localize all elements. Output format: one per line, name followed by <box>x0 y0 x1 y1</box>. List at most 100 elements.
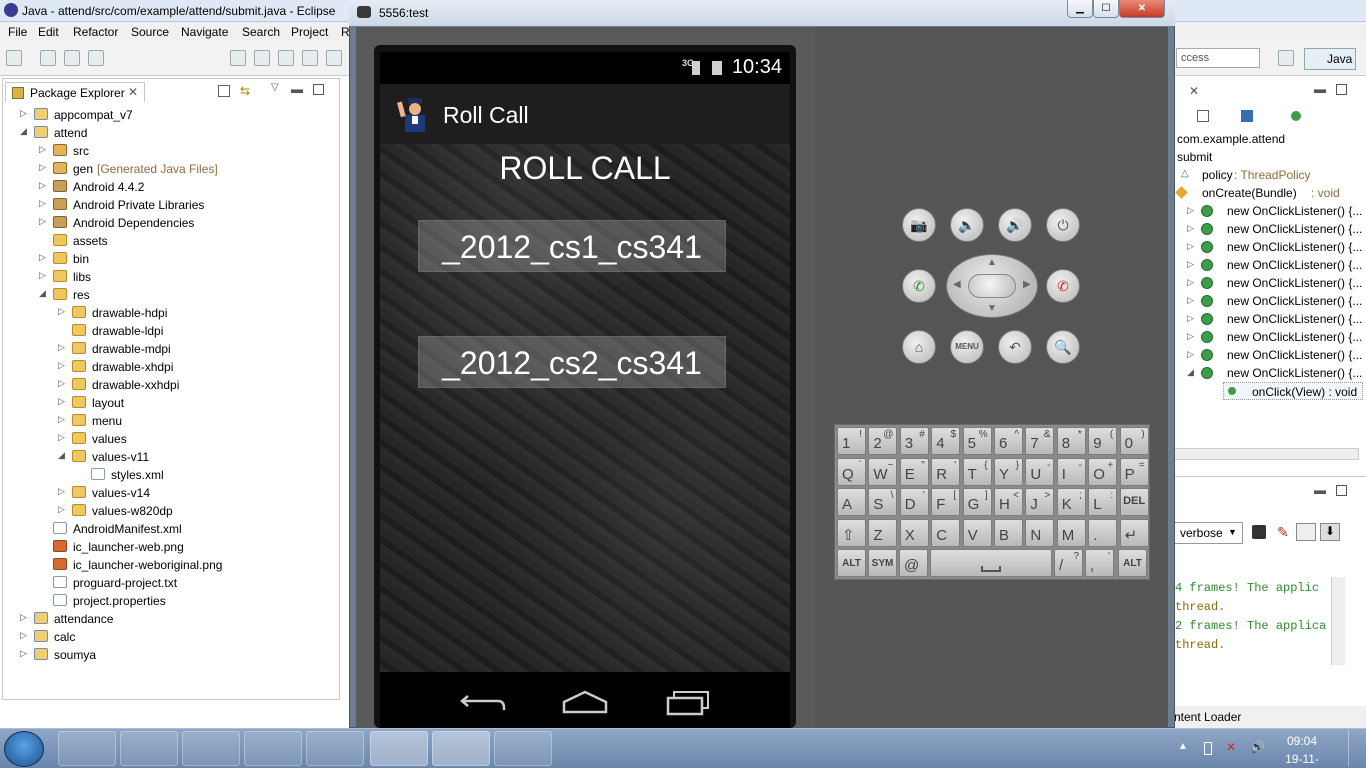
dpad-left-icon[interactable]: ◀ <box>953 279 961 290</box>
dpad-up-icon[interactable]: ▲ <box>987 257 997 268</box>
dpad-center-button[interactable] <box>968 274 1016 298</box>
keyboard-key[interactable]: ↵ <box>1119 518 1149 547</box>
keyboard-key[interactable]: F[ <box>931 488 961 516</box>
menu-navigate[interactable]: Navigate <box>181 25 228 39</box>
alt-key[interactable]: ALT <box>1118 549 1147 577</box>
java-perspective-button[interactable]: Java <box>1304 48 1356 70</box>
close-icon[interactable]: ✕ <box>128 85 138 99</box>
collapsed-arrow-icon[interactable]: ▷ <box>58 342 68 353</box>
clear-log-icon[interactable]: ✎ <box>1277 524 1289 541</box>
keyboard-key[interactable]: V <box>962 518 992 547</box>
slash-key[interactable]: /? <box>1054 549 1083 577</box>
keyboard-key[interactable]: R ' <box>931 457 961 486</box>
keyboard-key[interactable]: C <box>931 518 961 547</box>
collapsed-arrow-icon[interactable]: ▷ <box>58 504 68 515</box>
keyboard-key[interactable]: 9( <box>1088 427 1118 455</box>
save-icon[interactable] <box>40 50 56 66</box>
class-button-cs1[interactable]: _2012_cs1_cs341 <box>418 220 726 272</box>
tray-clock[interactable]: 09:04 19-11-2014 <box>1272 734 1332 768</box>
collapsed-arrow-icon[interactable]: ▷ <box>1187 295 1194 306</box>
close-icon[interactable]: ✕ <box>1189 84 1199 98</box>
emulator-taskbar-icon[interactable] <box>432 731 490 766</box>
keyboard-key[interactable]: 8 * <box>1056 427 1086 455</box>
keyboard-key[interactable]: Z <box>868 518 898 547</box>
collapsed-arrow-icon[interactable]: ▷ <box>1187 313 1194 324</box>
sdk-manager-icon[interactable] <box>230 50 246 66</box>
internet-explorer-taskbar-icon[interactable] <box>182 731 240 766</box>
quick-access-input[interactable]: ccess <box>1176 48 1260 68</box>
chrome-taskbar-icon[interactable] <box>306 731 364 766</box>
dropdown-icon[interactable] <box>326 50 342 66</box>
expanded-arrow-icon[interactable]: ◢ <box>58 450 68 461</box>
dpad-down-icon[interactable]: ▼ <box>987 303 997 314</box>
eclipse-taskbar-icon[interactable] <box>370 731 428 766</box>
call-icon[interactable]: ✆ <box>902 269 936 303</box>
sort-icon[interactable] <box>1241 110 1253 122</box>
explorer-taskbar-icon[interactable] <box>58 731 116 766</box>
expanded-arrow-icon[interactable]: ◢ <box>20 126 30 137</box>
keyboard-key[interactable]: D ' <box>899 488 929 516</box>
expanded-arrow-icon[interactable]: ◢ <box>39 288 49 299</box>
minimize-button[interactable]: ▁ <box>1067 0 1093 18</box>
camera-icon[interactable]: 📷 <box>902 208 936 242</box>
collapse-all-icon[interactable] <box>1197 110 1209 122</box>
at-key[interactable]: @ <box>899 549 928 577</box>
keyboard-key[interactable]: DEL <box>1119 488 1149 516</box>
keyboard-key[interactable]: 4 $ <box>931 427 961 455</box>
dpad-right-icon[interactable]: ▶ <box>1023 279 1031 290</box>
collapsed-arrow-icon[interactable]: ▷ <box>58 414 68 425</box>
show-desktop-button[interactable] <box>1348 730 1364 766</box>
keyboard-key[interactable]: 0) <box>1119 427 1149 455</box>
menu-refactor[interactable]: Refactor <box>73 25 118 39</box>
collapsed-arrow-icon[interactable]: ▷ <box>39 162 49 173</box>
keyboard-key[interactable]: A <box>837 488 866 516</box>
collapsed-arrow-icon[interactable]: ▷ <box>58 360 68 371</box>
keyboard-key[interactable]: T{ <box>962 457 992 486</box>
keyboard-key[interactable]: 2 @ <box>868 427 898 455</box>
firefox-taskbar-icon[interactable] <box>244 731 302 766</box>
collapse-all-icon[interactable] <box>218 85 230 97</box>
home-icon[interactable]: ⌂ <box>902 330 936 364</box>
keyboard-key[interactable]: Q ` <box>837 457 866 486</box>
power-icon[interactable]: ⏻ <box>1046 208 1080 242</box>
menu-project[interactable]: Project <box>291 25 328 39</box>
paint-taskbar-icon[interactable] <box>494 731 552 766</box>
volume-down-icon[interactable]: 🔈 <box>950 208 984 242</box>
print-icon[interactable] <box>88 50 104 66</box>
keyboard-key[interactable]: . <box>1088 518 1118 547</box>
keyboard-key[interactable]: 6 ^ <box>994 427 1023 455</box>
keyboard-key[interactable]: P = <box>1119 457 1149 486</box>
collapsed-arrow-icon[interactable]: ▷ <box>1187 223 1194 234</box>
network-tray-icon[interactable]: ✕ <box>1226 740 1236 754</box>
comma-key[interactable]: , ' <box>1085 549 1114 577</box>
back-icon[interactable]: ↶ <box>998 330 1032 364</box>
outline-onclick[interactable]: onClick(View) : void <box>1223 382 1363 400</box>
keyboard-key[interactable]: B <box>994 518 1023 547</box>
keyboard-key[interactable]: N <box>1025 518 1055 547</box>
menu-file[interactable]: File <box>8 25 27 39</box>
scroll-lock-icon[interactable]: ⬇ <box>1320 523 1340 541</box>
sym-key[interactable]: SYM <box>868 549 897 577</box>
keyboard-key[interactable]: U- <box>1025 457 1055 486</box>
keyboard-key[interactable]: O + <box>1088 457 1118 486</box>
keyboard-key[interactable]: 3 # <box>899 427 929 455</box>
collapsed-arrow-icon[interactable]: ▷ <box>39 180 49 191</box>
minimize-icon[interactable]: ▬ <box>1314 483 1326 497</box>
collapsed-arrow-icon[interactable]: ▷ <box>39 198 49 209</box>
collapsed-arrow-icon[interactable]: ▷ <box>20 630 30 641</box>
keyboard-key[interactable]: M <box>1056 518 1086 547</box>
start-button[interactable] <box>4 731 44 767</box>
save-log-icon[interactable] <box>1252 525 1266 539</box>
menu-edit[interactable]: Edit <box>38 25 59 39</box>
open-perspective-icon[interactable] <box>1278 50 1294 66</box>
link-with-editor-icon[interactable]: ⇆ <box>240 84 250 98</box>
new-icon[interactable] <box>6 50 22 66</box>
menu-source[interactable]: Source <box>131 25 169 39</box>
collapsed-arrow-icon[interactable]: ▷ <box>39 216 49 227</box>
back-icon[interactable] <box>458 690 506 712</box>
minimize-icon[interactable]: ▬ <box>1314 82 1326 96</box>
recents-icon[interactable] <box>664 690 712 716</box>
volume-up-icon[interactable]: 🔊 <box>998 208 1032 242</box>
keyboard-key[interactable]: I- <box>1056 457 1086 486</box>
keyboard-key[interactable]: 7 & <box>1025 427 1055 455</box>
